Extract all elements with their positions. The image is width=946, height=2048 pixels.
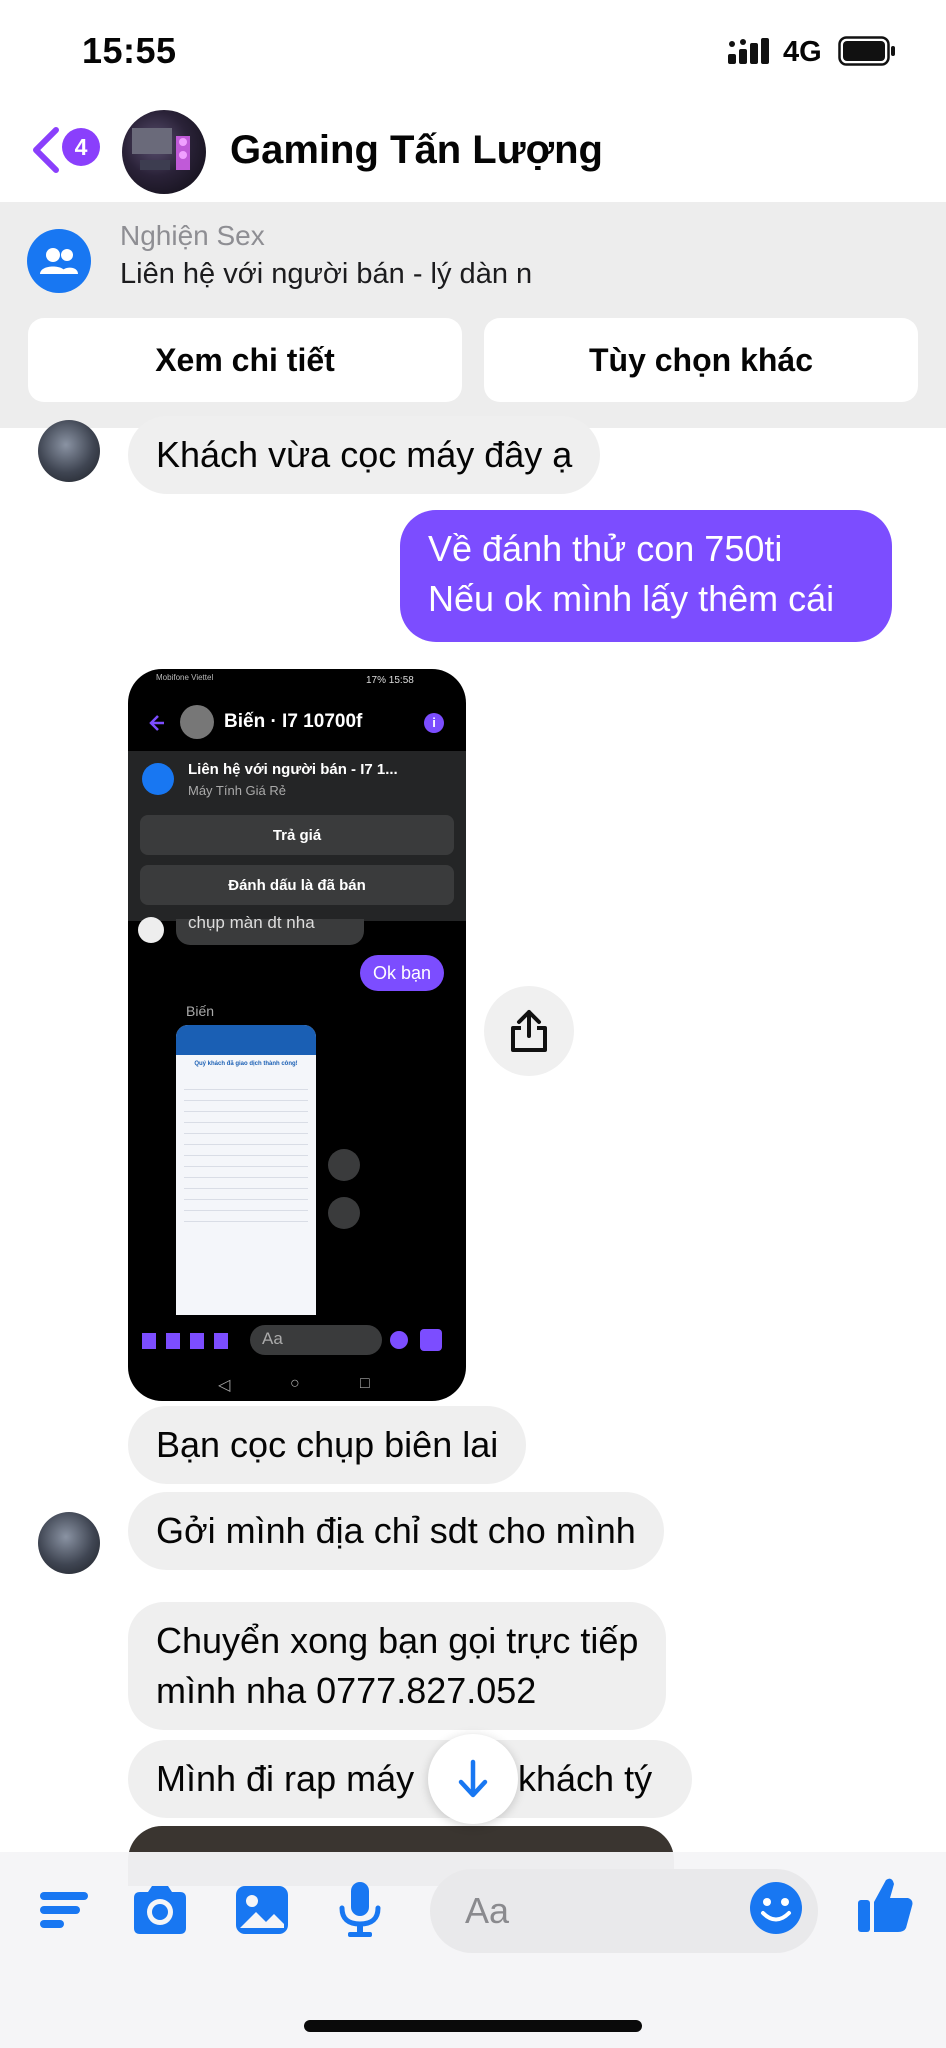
shot-share-icon [328,1149,360,1181]
shot-composer-placeholder: Aa [262,1329,283,1348]
shot-carrier: Mobifone Viettel [156,673,214,682]
more-options-button[interactable]: Tùy chọn khác [484,318,918,402]
chevron-left-icon [33,127,59,173]
contact-avatar[interactable] [122,110,206,194]
listing-category: Nghiện Sex [120,220,265,251]
status-time: 15:55 [82,30,177,71]
sender-avatar[interactable] [38,1512,100,1574]
scroll-down-button[interactable] [428,1734,518,1824]
shot-edit-icon [328,1197,360,1229]
message-bubble-incoming[interactable]: Bạn cọc chụp biên lai [128,1406,527,1484]
message-text-start: Mình đi rap máy [156,1758,415,1799]
shot-receiver-avatar [138,917,164,943]
menu-icon[interactable] [36,1880,96,1940]
shot-listing-subtitle: Máy Tính Giá Rẻ [188,783,287,798]
contact-name[interactable]: Gaming Tấn Lượng [230,128,603,173]
shot-sender-label: Biến [186,1003,215,1019]
shot-listing-title: Liên hệ với người bán - I7 1... [188,761,398,778]
shot-nav-back-icon: ◁ [218,1377,231,1394]
listing-title: Liên hệ với người bán - lý dàn n [120,258,533,290]
emoji-icon[interactable] [748,1880,804,1936]
message-line: Chuyển xong bạn gọi trực tiếp [156,1620,639,1661]
shot-info-icon: i [424,713,444,733]
shot-like-icon [420,1329,442,1351]
unread-badge: 4 [62,128,100,166]
home-indicator [304,2020,642,2032]
shot-offer-button: Trả giá [140,815,454,855]
message-bubble-incoming[interactable]: Gởi mình địa chỉ sdt cho mình [128,1492,664,1570]
shot-contact-name: Biến · I7 10700f [224,711,363,732]
camera-icon[interactable] [130,1880,190,1940]
arrow-down-icon [458,1759,488,1798]
message-text-end: khách tý [518,1758,653,1799]
shot-receipt-image: Quý khách đã giao dịch thành công! [176,1025,316,1315]
battery-icon [838,36,895,66]
message-line: Nếu ok mình lấy thêm cái [428,578,835,619]
message-bubble-incoming[interactable]: Khách vừa cọc máy đây ạ [128,416,601,494]
shot-avatar [180,705,214,739]
message-line: mình nha 0777.827.052 [156,1670,537,1711]
message-bubble-incoming[interactable]: Chuyển xong bạn gọi trực tiếp mình nha 0… [128,1602,667,1730]
share-button[interactable] [484,986,574,1076]
shot-emoji-icon [390,1331,408,1349]
message-input-placeholder: Aa [465,1890,510,1931]
network-label: 4G [783,36,822,68]
shot-sent-message: Ok bạn [360,955,444,991]
back-button[interactable]: 4 [22,120,112,180]
shot-back-icon [149,715,164,731]
shot-partial-message: chụp màn dt nha [188,913,315,932]
shot-receipt-title: Quý khách đã giao dịch thành công! [194,1061,298,1067]
shot-nav-recent-icon: □ [360,1375,370,1392]
microphone-icon[interactable] [330,1880,390,1940]
view-details-button[interactable]: Xem chi tiết [28,318,462,402]
share-icon [511,1010,547,1052]
message-line: Về đánh thử con 750ti [428,528,783,569]
image-attachment[interactable]: Mobifone Viettel 17% 15:58 Biến · I7 107… [128,669,466,1401]
group-icon [27,229,91,293]
image-icon[interactable] [232,1880,292,1940]
shot-group-icon [142,763,174,795]
sender-avatar[interactable] [38,420,100,482]
signal-icon [728,38,769,64]
like-icon[interactable] [856,1874,916,1936]
message-bubble-outgoing[interactable]: Về đánh thử con 750ti Nếu ok mình lấy th… [400,510,892,642]
shot-nav-home-icon: ○ [290,1375,300,1392]
shot-mark-sold-button: Đánh dấu là đã bán [140,865,454,905]
shot-status: 17% 15:58 [366,675,414,686]
avatar-image [132,128,190,170]
message-bubble-incoming[interactable]: Mình đi rap máy khách tý [128,1740,692,1818]
shot-composer-icons [142,1333,238,1349]
